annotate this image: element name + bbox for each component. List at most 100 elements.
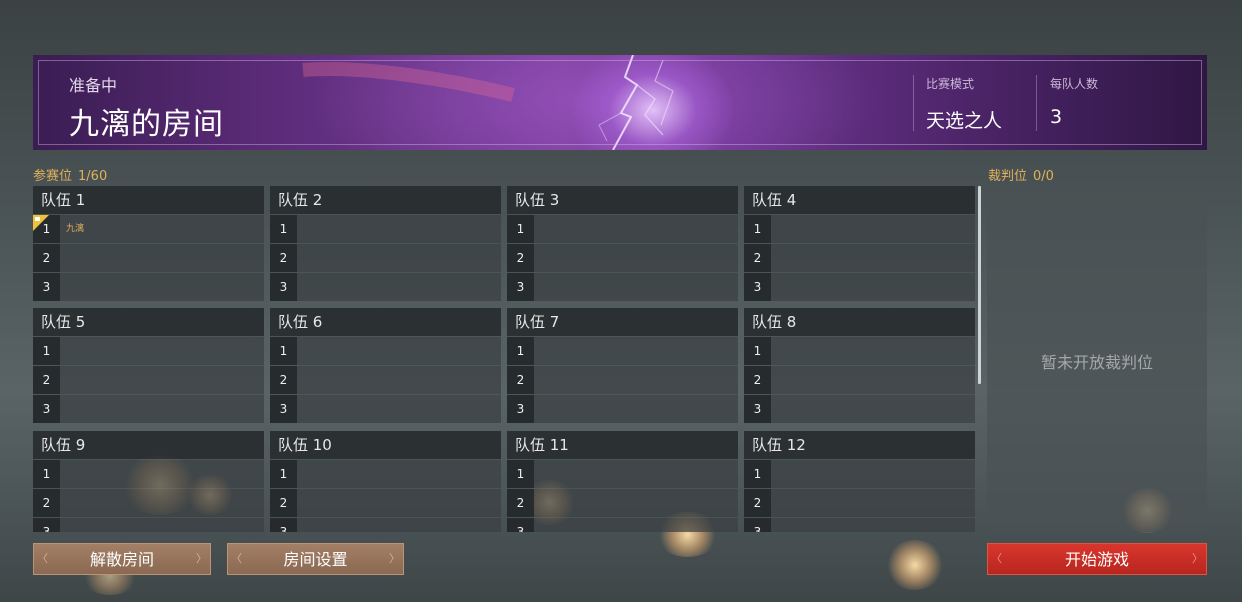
team-slot[interactable]: 1: [270, 459, 501, 488]
chevron-left-icon: 〈: [231, 552, 242, 565]
team-slot[interactable]: 2: [744, 243, 975, 272]
team-slot[interactable]: 3: [507, 394, 738, 423]
team-slot[interactable]: 2: [744, 488, 975, 517]
team-slot[interactable]: 1: [33, 459, 264, 488]
team-slot[interactable]: 2: [744, 365, 975, 394]
team-slot[interactable]: 1: [270, 336, 501, 365]
team-card: 队伍 2 1 2 3: [270, 186, 501, 301]
referee-panel: 暂未开放裁判位: [987, 186, 1207, 532]
slot-number: 2: [270, 489, 297, 517]
team-card: 队伍 11 1 2 3: [507, 431, 738, 532]
slot-number: 1: [744, 215, 771, 243]
slot-number: 2: [744, 366, 771, 394]
match-mode-value: 天选之人: [926, 110, 1003, 132]
team-slot[interactable]: 3: [744, 272, 975, 301]
start-game-button[interactable]: 〈 开始游戏 〉: [987, 543, 1207, 575]
team-slot[interactable]: 1: [507, 459, 738, 488]
team-slot[interactable]: 2: [270, 365, 501, 394]
team-card: 队伍 3 1 2 3: [507, 186, 738, 301]
team-slot[interactable]: 1: [507, 336, 738, 365]
team-card: 队伍 6 1 2 3: [270, 308, 501, 423]
host-flag-icon-mark: [35, 217, 40, 221]
slot-number: 2: [507, 489, 534, 517]
slot-number: 3: [744, 273, 771, 301]
slot-number: 1: [33, 460, 60, 488]
team-slot[interactable]: 3: [507, 517, 738, 532]
slot-number: 1: [270, 460, 297, 488]
team-card: 队伍 10 1 2 3: [270, 431, 501, 532]
team-slot[interactable]: 1: [744, 214, 975, 243]
room-status: 准备中: [69, 76, 118, 95]
team-slot[interactable]: 1: [744, 459, 975, 488]
team-name: 队伍 4: [744, 186, 975, 214]
team-card: 队伍 5 1 2 3: [33, 308, 264, 423]
room-title: 九漓的房间: [69, 107, 224, 142]
disband-room-button[interactable]: 〈 解散房间 〉: [33, 543, 211, 575]
team-slot[interactable]: 3: [507, 272, 738, 301]
team-slot[interactable]: 2: [507, 365, 738, 394]
slot-number: 2: [270, 366, 297, 394]
room-settings-label: 房间设置: [283, 550, 348, 569]
referee-empty-message: 暂未开放裁判位: [1040, 353, 1153, 372]
slot-number: 2: [33, 244, 60, 272]
room-banner: 准备中 九漓的房间 比赛模式 天选之人 每队人数 3: [33, 55, 1207, 150]
team-slot[interactable]: 3: [33, 517, 264, 532]
team-name: 队伍 10: [270, 431, 501, 459]
slot-number: 3: [507, 518, 534, 532]
team-name: 队伍 2: [270, 186, 501, 214]
divider: [1036, 75, 1037, 131]
referee-slots-label: 裁判位: [988, 169, 1028, 184]
room-settings-button[interactable]: 〈 房间设置 〉: [227, 543, 404, 575]
team-slot[interactable]: 2: [507, 488, 738, 517]
slot-number: 1: [744, 337, 771, 365]
team-card: 队伍 1 1 九漓 2 3: [33, 186, 264, 301]
team-size-info: 每队人数 3: [1050, 75, 1098, 128]
slot-number: 1: [507, 337, 534, 365]
team-slot[interactable]: 2: [507, 243, 738, 272]
teams-grid[interactable]: 队伍 1 1 九漓 2 3 队伍 2 1 2 3 队伍 3 1 2 3 队伍 4…: [33, 186, 977, 532]
team-slot[interactable]: 3: [33, 272, 264, 301]
team-slot[interactable]: 3: [270, 517, 501, 532]
slot-player-name: 九漓: [66, 224, 85, 234]
participant-slots-header: 参赛位 1/60: [33, 165, 107, 184]
match-mode-info: 比赛模式 天选之人: [926, 75, 1002, 133]
team-slot[interactable]: 3: [744, 394, 975, 423]
team-name: 队伍 7: [507, 308, 738, 336]
team-slot[interactable]: 2: [33, 243, 264, 272]
team-name: 队伍 11: [507, 431, 738, 459]
team-slot[interactable]: 2: [270, 243, 501, 272]
team-slot[interactable]: 2: [270, 488, 501, 517]
team-card: 队伍 4 1 2 3: [744, 186, 975, 301]
slot-number: 1: [744, 460, 771, 488]
participant-slots-count: 1/60: [78, 169, 108, 184]
team-slot[interactable]: 1 九漓: [33, 214, 264, 243]
team-name: 队伍 8: [744, 308, 975, 336]
slot-number: 1: [33, 337, 60, 365]
team-slot[interactable]: 2: [33, 488, 264, 517]
slot-number: 2: [744, 244, 771, 272]
slot-number: 3: [33, 273, 60, 301]
team-slot[interactable]: 1: [507, 214, 738, 243]
team-slot[interactable]: 3: [33, 394, 264, 423]
team-size-value: 3: [1050, 106, 1063, 128]
team-slot[interactable]: 3: [270, 272, 501, 301]
team-slot[interactable]: 1: [744, 336, 975, 365]
slot-number: 3: [507, 395, 534, 423]
team-name: 队伍 6: [270, 308, 501, 336]
slot-number: 1: [270, 337, 297, 365]
team-slot[interactable]: 1: [270, 214, 501, 243]
team-name: 队伍 12: [744, 431, 975, 459]
team-slot[interactable]: 3: [270, 394, 501, 423]
ambient-glow: [885, 540, 945, 590]
team-card: 队伍 8 1 2 3: [744, 308, 975, 423]
team-slot[interactable]: 1: [33, 336, 264, 365]
slot-number: 3: [270, 518, 297, 532]
team-slot[interactable]: 3: [744, 517, 975, 532]
team-slot[interactable]: 2: [33, 365, 264, 394]
referee-slots-header: 裁判位 0/0: [988, 165, 1054, 184]
teams-scrollbar[interactable]: [978, 186, 981, 384]
chevron-right-icon: 〉: [389, 552, 400, 565]
chevron-left-icon: 〈: [991, 552, 1002, 565]
divider: [913, 75, 914, 131]
slot-number: 2: [33, 366, 60, 394]
